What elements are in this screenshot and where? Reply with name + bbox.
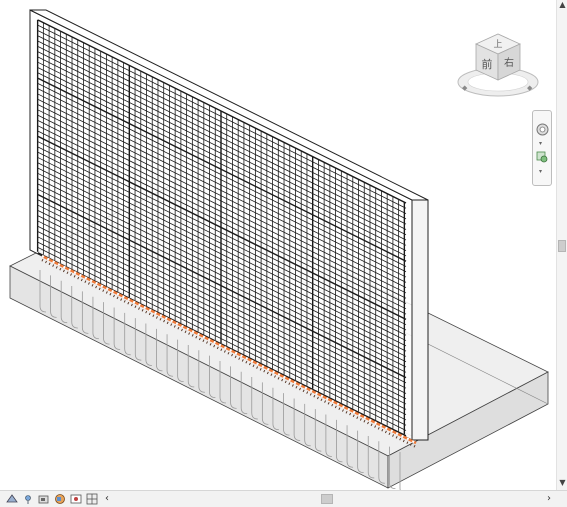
view-cube-top-label: 上	[493, 39, 502, 50]
scroll-right-icon[interactable]: ›	[544, 492, 554, 506]
crop-region-icon[interactable]	[70, 493, 82, 505]
scroll-up-icon[interactable]: ▲	[558, 0, 567, 10]
compass-arrow-left-icon[interactable]: ◆	[462, 84, 468, 92]
wall-right-edge	[411, 199, 429, 441]
horizontal-scroll-thumb[interactable]	[321, 494, 333, 504]
3d-model-viewport[interactable]: 上 前 右 ◆ ◆ ▾ ▾	[0, 0, 556, 490]
vertical-scroll-thumb[interactable]	[558, 240, 566, 252]
render-icon[interactable]	[54, 493, 66, 505]
scroll-down-icon[interactable]: ▼	[558, 478, 567, 488]
view-cube-front-label: 前	[482, 57, 493, 71]
compass-arrow-right-icon[interactable]: ◆	[527, 84, 533, 92]
shadows-icon[interactable]	[38, 493, 50, 505]
view-cube-right-label: 右	[504, 56, 514, 69]
zoom-region-icon[interactable]	[536, 151, 549, 164]
view-cube[interactable]: 上 前 右 ◆ ◆	[452, 30, 544, 102]
scroll-left-icon[interactable]: ‹	[102, 492, 112, 506]
vertical-scrollbar[interactable]: ▲ ▼	[556, 0, 567, 490]
sun-path-icon[interactable]	[22, 493, 34, 505]
chevron-down-icon[interactable]: ▾	[539, 141, 542, 147]
temporary-hide-icon[interactable]	[86, 493, 98, 505]
visual-style-icon[interactable]	[6, 493, 18, 505]
view-control-bar: ‹ ›	[0, 490, 567, 507]
steering-wheel-icon[interactable]	[536, 123, 549, 136]
navigation-bar: ▾ ▾	[532, 110, 552, 186]
chevron-down-icon[interactable]: ▾	[539, 169, 542, 175]
